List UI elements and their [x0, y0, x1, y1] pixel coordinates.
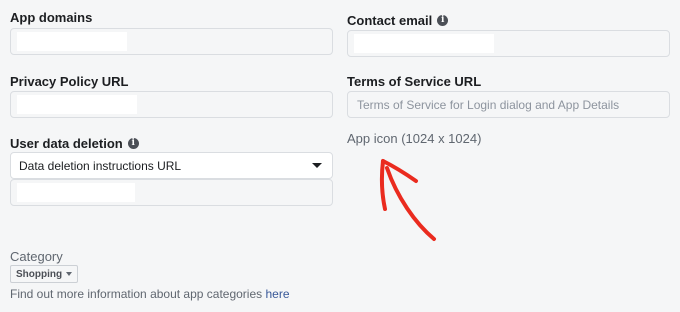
category-label: Category	[10, 249, 63, 264]
category-help-link[interactable]: here	[266, 287, 290, 301]
chevron-down-icon	[66, 272, 73, 276]
category-help-text: Find out more information about app cate…	[10, 287, 290, 301]
category-help-sentence: Find out more information about app cate…	[10, 287, 263, 301]
red-arrow-annotation	[379, 159, 436, 241]
category-selected: Shopping	[16, 268, 63, 280]
category-select[interactable]: Shopping	[10, 265, 79, 283]
